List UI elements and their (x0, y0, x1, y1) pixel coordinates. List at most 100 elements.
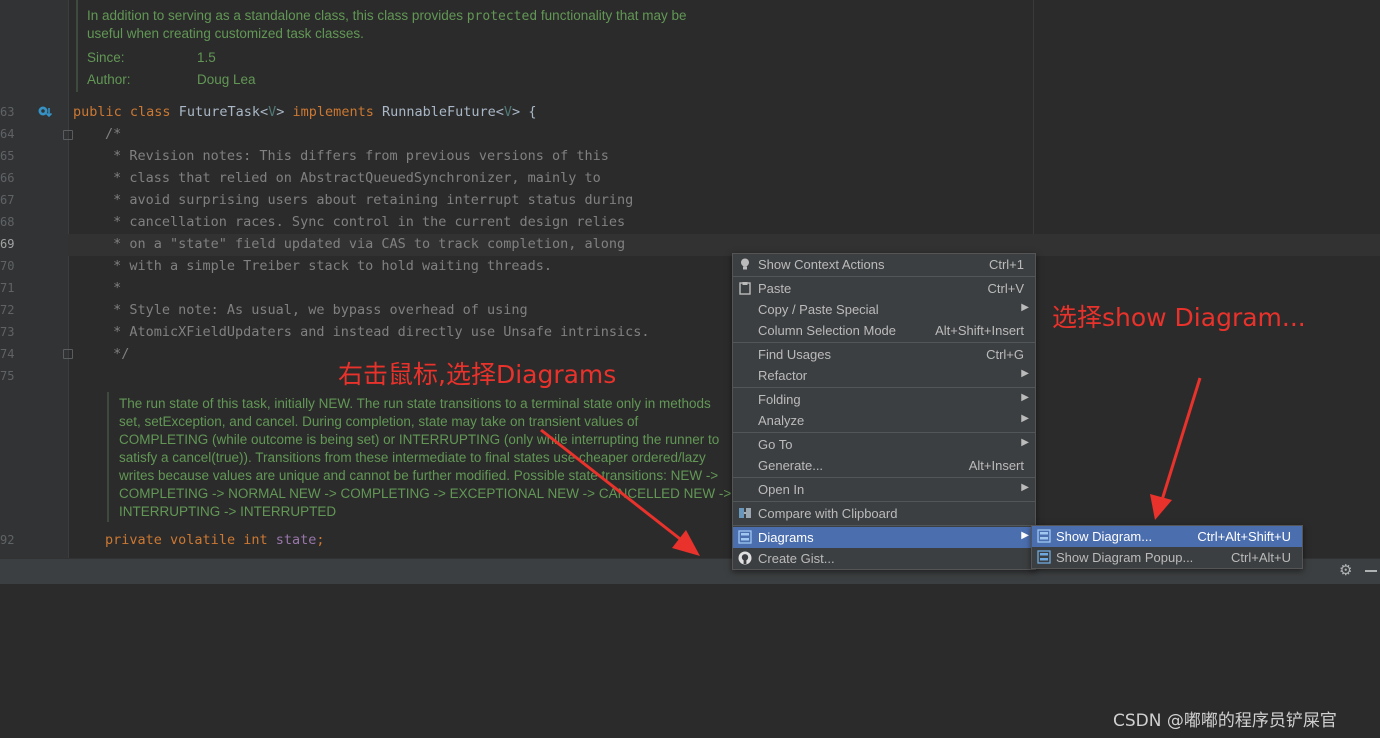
submenu-arrow-icon: ▶ (1021, 530, 1029, 541)
javadoc-text-line: writes because values are unique and can… (119, 468, 719, 483)
line-number: 64 (0, 127, 15, 141)
menu-separator (733, 432, 1035, 433)
generic-bracket: > (512, 104, 521, 120)
submenu-arrow-icon: ▶ (1021, 413, 1029, 424)
line-number: 73 (0, 325, 15, 339)
comment-line: * avoid surprising users about retaining… (105, 192, 634, 208)
menu-item-shortcut: Alt+Insert (968, 458, 1024, 473)
menu-separator (733, 276, 1035, 277)
javadoc-text-line: satisfy a cancel(true)). Transitions fro… (119, 450, 706, 465)
menu-item-create-gist[interactable]: Create Gist... (733, 548, 1035, 569)
minimize-icon[interactable] (1365, 570, 1377, 572)
menu-item-show-diagram-popup[interactable]: Show Diagram Popup... Ctrl+Alt+U (1032, 547, 1302, 568)
menu-item-analyze[interactable]: Analyze ▶ (733, 410, 1035, 431)
menu-separator (733, 342, 1035, 343)
generic-bracket: > (276, 104, 285, 120)
menu-item-generate[interactable]: Generate... Alt+Insert (733, 455, 1035, 476)
interface-name: RunnableFuture (381, 104, 496, 120)
menu-item-show-context-actions[interactable]: Show Context Actions Ctrl+1 (733, 254, 1035, 275)
javadoc-bar (107, 392, 109, 522)
line-number: 75 (0, 369, 15, 383)
fold-toggle-icon[interactable] (63, 349, 73, 359)
brace: { (528, 104, 537, 120)
menu-item-label: Refactor (758, 368, 808, 383)
clipboard-icon (739, 282, 751, 295)
submenu-arrow-icon: ▶ (1021, 368, 1029, 379)
comment-line: * (105, 280, 122, 296)
javadoc-text: In addition to serving as a standalone c… (87, 8, 467, 23)
line-number: 74 (0, 347, 15, 361)
diagram-popup-icon (1037, 550, 1051, 564)
implements-gutter-icon[interactable] (38, 105, 52, 119)
keyword: public (73, 104, 122, 120)
menu-item-folding[interactable]: Folding ▶ (733, 389, 1035, 410)
editor-context-menu: Show Context Actions Ctrl+1 Paste Ctrl+V… (732, 253, 1036, 570)
menu-item-label: Copy / Paste Special (758, 302, 879, 317)
menu-item-show-diagram[interactable]: Show Diagram... Ctrl+Alt+Shift+U (1032, 526, 1302, 547)
menu-item-label: Diagrams (758, 530, 814, 545)
editor-gutter (0, 0, 68, 558)
keyword: int (243, 532, 268, 548)
annotation-select-show: 选择show Diagram... (1052, 303, 1306, 332)
menu-item-label: Folding (758, 392, 801, 407)
compare-icon (739, 508, 751, 518)
fold-toggle-icon[interactable] (63, 130, 73, 140)
comment-line: * class that relied on AbstractQueuedSyn… (105, 170, 601, 186)
menu-item-label: Create Gist... (758, 551, 835, 566)
menu-item-shortcut: Ctrl+Alt+U (1231, 550, 1291, 565)
javadoc-text-line: In addition to serving as a standalone c… (87, 7, 687, 26)
menu-separator (733, 387, 1035, 388)
generic-bracket: < (259, 104, 269, 120)
line-number: 68 (0, 215, 15, 229)
menu-separator (733, 477, 1035, 478)
menu-separator (733, 525, 1035, 526)
csdn-watermark: CSDN @嘟嘟的程序员铲屎官 (1113, 711, 1337, 731)
menu-item-refactor[interactable]: Refactor ▶ (733, 365, 1035, 386)
lightbulb-icon (741, 258, 749, 270)
menu-item-copy-paste-special[interactable]: Copy / Paste Special ▶ (733, 299, 1035, 320)
menu-item-column-selection-mode[interactable]: Column Selection Mode Alt+Shift+Insert (733, 320, 1035, 341)
comment-line: * AtomicXFieldUpdaters and instead direc… (105, 324, 650, 340)
comment-line: * Style note: As usual, we bypass overhe… (105, 302, 528, 318)
menu-item-label: Analyze (758, 413, 805, 428)
comment-line: * with a simple Treiber stack to hold wa… (105, 258, 553, 274)
menu-item-label: Show Diagram Popup... (1056, 550, 1194, 565)
javadoc-text-line: INTERRUPTING -> INTERRUPTED (119, 504, 337, 519)
menu-item-label: Open In (758, 482, 805, 497)
line-number: 66 (0, 171, 15, 185)
menu-item-shortcut: Ctrl+G (986, 347, 1024, 362)
comment-line: * on a "state" field updated via CAS to … (105, 236, 626, 252)
keyword: private (105, 532, 162, 548)
menu-item-open-in[interactable]: Open In ▶ (733, 479, 1035, 500)
code-editor[interactable]: In addition to serving as a standalone c… (0, 0, 1380, 558)
menu-item-label: Show Context Actions (758, 257, 885, 272)
diagram-icon (738, 530, 752, 544)
diagram-icon (1037, 529, 1051, 543)
menu-item-label: Column Selection Mode (758, 323, 897, 338)
menu-item-label: Show Diagram... (1056, 529, 1153, 544)
line-number: 70 (0, 259, 15, 273)
menu-item-diagrams[interactable]: Diagrams ▶ (733, 527, 1035, 548)
menu-item-compare-with-clipboard[interactable]: Compare with Clipboard (733, 503, 1035, 524)
javadoc-bar (76, 0, 78, 92)
menu-item-shortcut: Alt+Shift+Insert (935, 323, 1024, 338)
gear-icon[interactable]: ⚙ (1339, 563, 1353, 578)
menu-item-label: Go To (758, 437, 793, 452)
menu-item-paste[interactable]: Paste Ctrl+V (733, 278, 1035, 299)
gutter-separator (68, 0, 69, 558)
comment-line: * Revision notes: This differs from prev… (105, 148, 609, 164)
menu-item-shortcut: Ctrl+1 (988, 257, 1024, 272)
comment-line: /* (105, 126, 122, 142)
line-number: 71 (0, 281, 15, 295)
menu-item-go-to[interactable]: Go To ▶ (733, 434, 1035, 455)
javadoc-author-value: Doug Lea (197, 72, 256, 87)
class-declaration: public class FutureTask<V> implements Ru… (73, 101, 536, 123)
javadoc-code: protected (466, 9, 538, 24)
javadoc-text-line: COMPLETING (while outcome is being set) … (119, 432, 720, 447)
line-number-current: 69 (0, 237, 15, 251)
line-number: 67 (0, 193, 15, 207)
menu-item-find-usages[interactable]: Find Usages Ctrl+G (733, 344, 1035, 365)
javadoc-author-label: Author: (87, 72, 131, 87)
type-param: V (503, 104, 513, 120)
class-name: FutureTask (178, 104, 260, 120)
